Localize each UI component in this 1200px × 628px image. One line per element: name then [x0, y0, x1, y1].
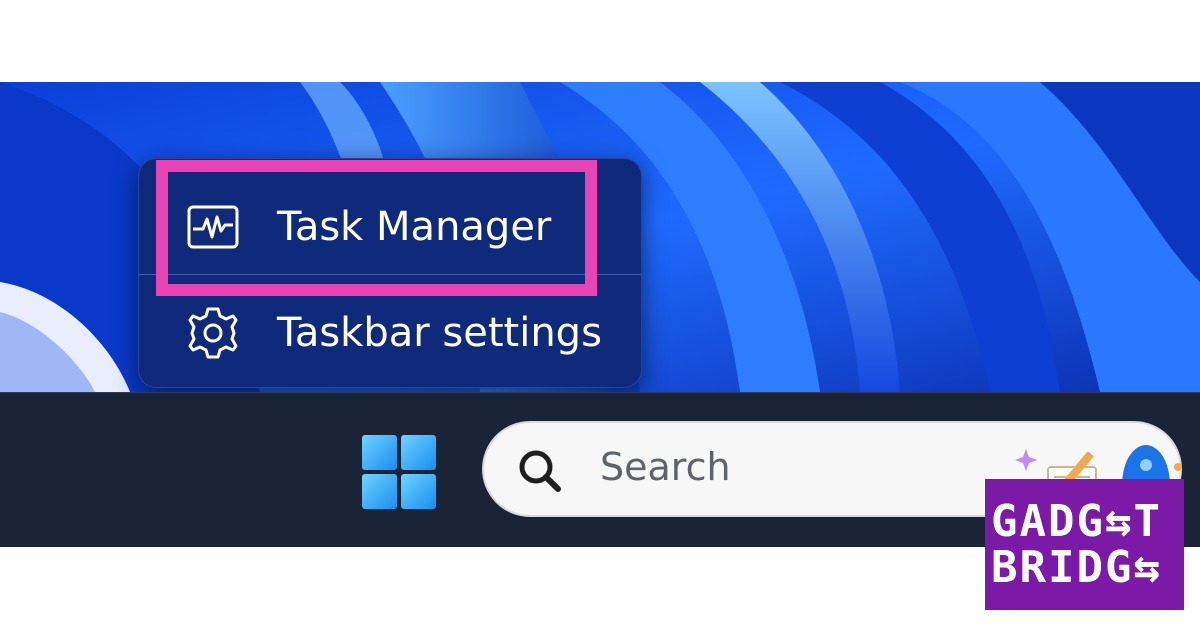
search-placeholder: Search	[600, 445, 731, 489]
logo-line-1: GADG⇆T	[991, 496, 1162, 547]
gadget-bridge-logo: GADG⇆T BRIDG⇆	[985, 479, 1184, 610]
taskbar-settings-label: Taskbar settings	[277, 310, 602, 356]
menu-item-taskbar-settings[interactable]: Taskbar settings	[139, 283, 641, 383]
start-button[interactable]	[362, 435, 436, 509]
gear-icon	[185, 305, 241, 361]
search-icon	[512, 443, 568, 499]
highlight-box	[156, 160, 597, 296]
windows-start-icon	[362, 435, 436, 509]
logo-line-2: BRIDG⇆	[991, 542, 1162, 593]
